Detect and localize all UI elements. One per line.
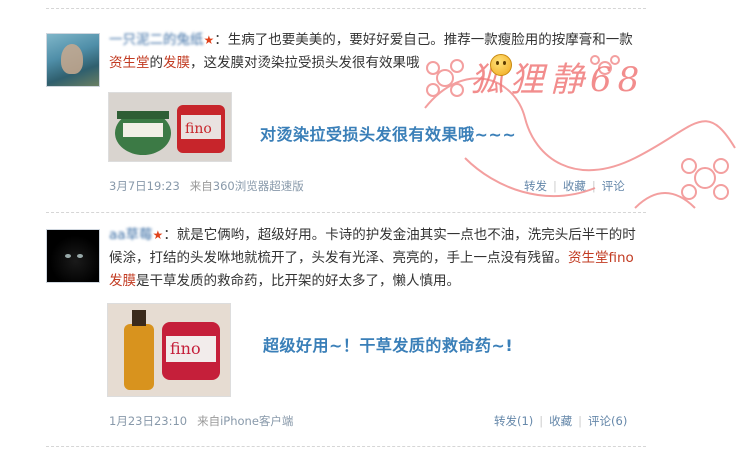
post-meta: 1月23日23:10 来自iPhone客户端	[109, 413, 293, 429]
image-caption: 超级好用~！干草发质的救命药~!	[263, 336, 514, 355]
post-actions: 转发 | 收藏 | 评论	[524, 178, 625, 194]
repost-button[interactable]: 转发	[524, 179, 547, 193]
brand-link[interactable]: 资生堂	[109, 55, 150, 71]
user-nickname[interactable]: aa草莓	[109, 227, 153, 243]
user-nickname[interactable]: 一只泥二的兔纸	[109, 32, 204, 48]
source-link[interactable]: 360浏览器超速版	[213, 179, 304, 193]
source-prefix: 来自	[189, 179, 213, 193]
vip-star-icon[interactable]: ★	[204, 33, 215, 47]
bottom-divider	[46, 446, 646, 447]
separator: |	[591, 179, 596, 193]
svg-text:fino: fino	[185, 121, 212, 137]
vip-star-icon[interactable]: ★	[153, 228, 164, 242]
brand-link[interactable]: 资生堂	[568, 250, 609, 266]
post-meta: 3月7日19:23 来自360浏览器超速版	[109, 178, 304, 194]
text-segment: ：生病了也要美美的，要好好爱自己。推荐一款瘦脸用的按摩膏和一款	[214, 32, 633, 48]
avatar-eye	[65, 254, 71, 258]
repost-button[interactable]: 转发(1)	[494, 414, 533, 428]
smiley-emoji-icon	[490, 54, 512, 76]
post-timestamp[interactable]: 1月23日23:10	[109, 414, 187, 428]
post-image-thumbnail[interactable]: fino	[107, 303, 231, 397]
source-link[interactable]: iPhone客户端	[220, 414, 293, 428]
comment-button[interactable]: 评论(6)	[588, 414, 627, 428]
text-segment: 是干草发质的救命药，比开架的好太多了，懒人慎用。	[136, 273, 460, 289]
separator: |	[553, 179, 557, 193]
text-segment: ：就是它俩哟，超级好用。卡诗的护发金油其实一点也不油，洗完头后半干的时候涂，打结…	[109, 227, 636, 266]
post-divider	[46, 212, 646, 213]
favorite-button[interactable]: 收藏	[563, 179, 586, 193]
user-avatar[interactable]	[46, 33, 100, 87]
post-actions: 转发(1) | 收藏 | 评论(6)	[494, 413, 627, 429]
separator: |	[578, 414, 583, 428]
image-caption: 对烫染拉受损头发很有效果哦~~~	[260, 125, 517, 144]
separator: |	[539, 414, 544, 428]
post-image-thumbnail[interactable]: fino	[108, 92, 232, 162]
source-prefix: 来自	[197, 414, 221, 428]
post-text: aa草莓★：就是它俩哟，超级好用。卡诗的护发金油其实一点也不油，洗完头后半干的时…	[109, 224, 644, 293]
text-segment: 的	[149, 55, 164, 71]
post-timestamp[interactable]: 3月7日19:23	[109, 179, 180, 193]
product-link[interactable]: 发膜	[163, 55, 190, 71]
avatar-eye	[77, 254, 83, 258]
text-segment: ，这发膜对烫染拉受损头发很有效果哦	[190, 55, 420, 71]
avatar-figure	[61, 44, 83, 74]
favorite-button[interactable]: 收藏	[549, 414, 572, 428]
comment-button[interactable]: 评论	[602, 179, 625, 193]
top-divider	[46, 8, 646, 9]
user-avatar[interactable]	[46, 229, 100, 283]
svg-text:fino: fino	[170, 339, 201, 358]
